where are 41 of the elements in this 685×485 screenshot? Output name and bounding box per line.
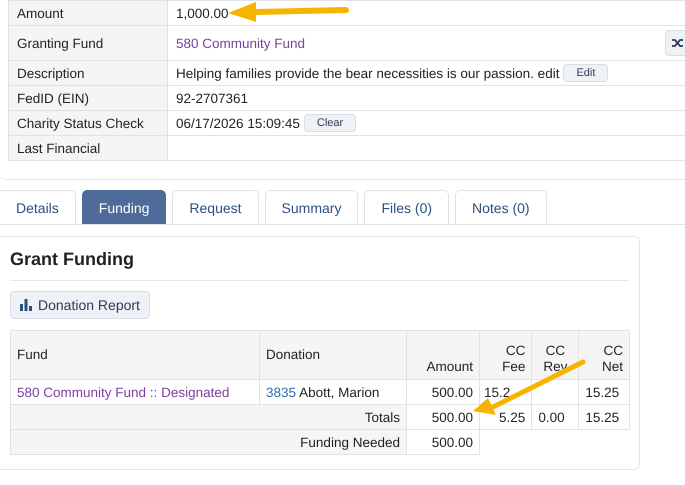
table-cell: 15.2 <box>484 384 510 400</box>
column-header: CC Fee <box>502 342 526 374</box>
fund-link[interactable]: 580 Community Fund <box>176 36 306 50</box>
table-cell: 0.00 <box>538 410 565 424</box>
shuffle-icon <box>672 37 684 49</box>
funding-needed-label: Funding Needed <box>300 434 400 450</box>
table-cell: 500.00 <box>432 434 473 450</box>
column-header: Amount <box>426 358 473 374</box>
bar-chart-icon <box>20 299 32 311</box>
shuffle-button[interactable] <box>665 30 685 56</box>
field-value: 92-2707361 <box>176 90 248 106</box>
field-value: 06/17/2026 15:09:45 <box>176 116 300 130</box>
tab[interactable]: Details <box>0 190 76 224</box>
column-header: CC Net <box>602 342 623 374</box>
field-label: Last Financial <box>17 140 100 156</box>
small-button[interactable]: Clear <box>304 114 356 132</box>
tab[interactable]: Notes (0) <box>455 190 547 224</box>
donation-link[interactable]: 3835 <box>266 384 296 400</box>
field-label: Amount <box>17 6 64 20</box>
field-value: 1,000.00 <box>176 6 229 20</box>
tab[interactable]: Request <box>172 190 259 224</box>
donation-report-button[interactable]: Donation Report <box>10 291 150 319</box>
tab[interactable]: Summary <box>264 190 358 224</box>
table-cell: 15.25 <box>585 384 620 400</box>
table-cell: 500.00 <box>432 410 473 424</box>
table-cell: 15.25 <box>585 410 620 424</box>
field-label: Granting Fund <box>17 36 104 50</box>
totals-label: Totals <box>364 410 400 424</box>
donor-name: Abott, Marion <box>299 384 380 400</box>
table-cell: 5.25 <box>499 410 526 424</box>
field-value: Helping families provide the bear necessities is our passion. edit <box>176 66 560 80</box>
section-title: Grant Funding <box>10 249 135 270</box>
field-label: Charity Status Check <box>17 116 144 130</box>
column-header: Fund <box>17 346 48 362</box>
field-label: Description <box>17 66 85 80</box>
field-label: FedID (EIN) <box>17 90 90 106</box>
column-header: Donation <box>266 346 320 362</box>
small-button[interactable]: Edit <box>563 64 608 82</box>
tab[interactable]: Funding <box>82 190 166 224</box>
tab[interactable]: Files (0) <box>364 190 450 224</box>
table-cell: 500.00 <box>432 384 473 400</box>
